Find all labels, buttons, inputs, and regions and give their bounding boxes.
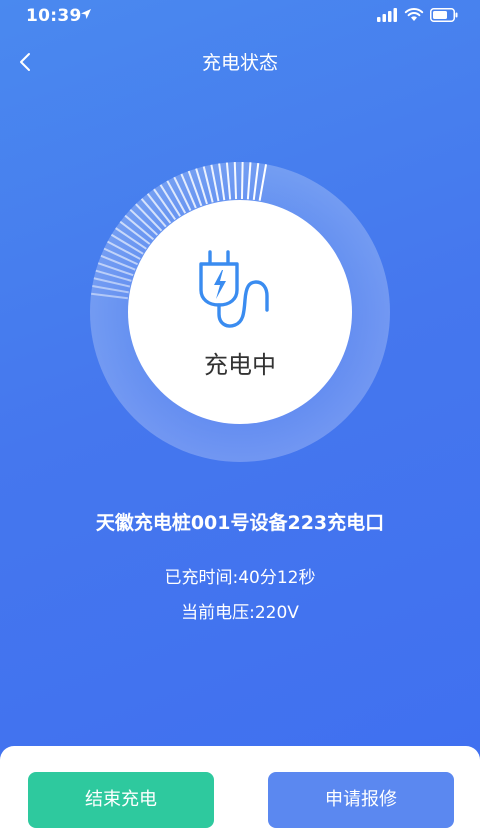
device-name: 天徽充电桩001号设备223充电口 bbox=[95, 512, 385, 534]
gauge-tick bbox=[240, 162, 244, 200]
end-charging-button[interactable]: 结束充电 bbox=[28, 772, 214, 828]
page-title: 充电状态 bbox=[201, 52, 278, 74]
action-panel: 结束充电 申请报修 bbox=[0, 746, 480, 840]
gauge-tick bbox=[233, 162, 238, 200]
cellular-signal-icon bbox=[377, 8, 397, 22]
status-time: 10:39 bbox=[26, 6, 82, 26]
nav-bar: 充电状态 bbox=[0, 36, 480, 86]
current-voltage: 当前电压:220V bbox=[181, 603, 299, 623]
elapsed-time: 已充时间:40分12秒 bbox=[164, 568, 316, 588]
charging-plug-icon bbox=[199, 250, 269, 328]
location-arrow-icon bbox=[81, 9, 91, 19]
battery-icon bbox=[430, 8, 458, 22]
apply-repair-button[interactable]: 申请报修 bbox=[268, 772, 454, 828]
wifi-icon bbox=[404, 8, 424, 21]
charging-status-text: 充电中 bbox=[204, 351, 276, 379]
status-bar: 10:39 bbox=[0, 0, 480, 34]
